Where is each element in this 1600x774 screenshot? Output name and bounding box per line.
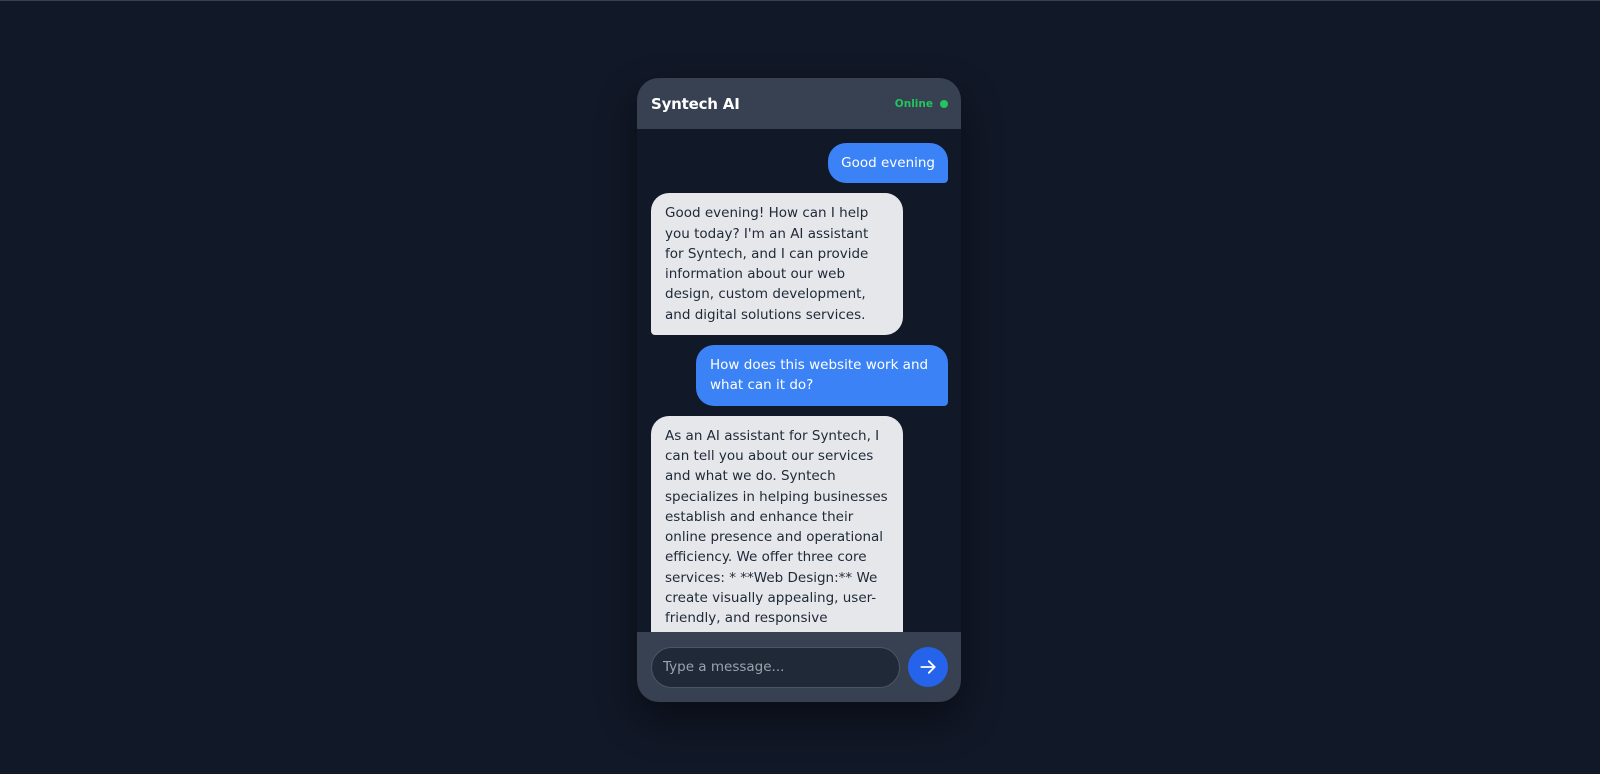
status-dot-icon xyxy=(940,99,948,108)
message-input[interactable] xyxy=(651,646,900,688)
send-button[interactable] xyxy=(908,647,948,687)
assistant-message: Good evening! How can I help you today? … xyxy=(651,193,903,336)
user-message: How does this website work and what can … xyxy=(696,345,948,406)
status-indicator: Online xyxy=(895,98,948,110)
arrow-right-icon xyxy=(920,660,936,674)
status-label: Online xyxy=(894,97,933,110)
message-composer xyxy=(637,632,961,702)
assistant-message: As an AI assistant for Syntech, I can te… xyxy=(651,415,903,632)
message-list[interactable]: Good evening Good evening! How can I hel… xyxy=(637,129,961,632)
user-message: Good evening xyxy=(828,143,948,184)
chat-header: Syntech AI Online xyxy=(637,78,961,129)
chat-title: Syntech AI xyxy=(651,94,740,113)
chat-window: Syntech AI Online Good evening Good even… xyxy=(637,78,961,702)
